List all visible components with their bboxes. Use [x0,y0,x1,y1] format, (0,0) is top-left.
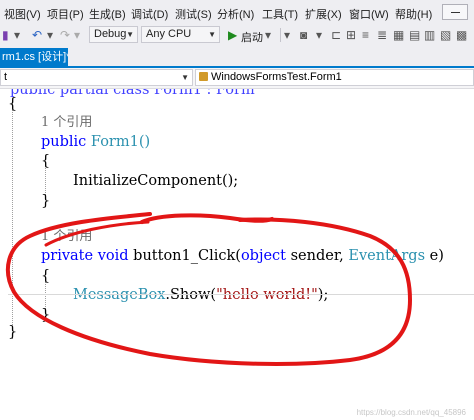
menu-test[interactable]: 测试(S) [175,6,212,22]
align-icon[interactable]: ⊏ [331,27,341,43]
redo-icon[interactable]: ↷ [60,27,70,43]
dropdown-arrow-icon[interactable]: ▾ [265,27,271,43]
menu-bar: 视图(V) 项目(P) 生成(B) 调试(D) 测试(S) 分析(N) 工具(T… [0,0,474,25]
brace-method-close: } [41,307,51,323]
dropdown-arrow-icon[interactable]: ▾ [74,27,80,43]
menu-help[interactable]: 帮助(H) [395,6,432,22]
reference-count[interactable]: 1 个引用 [41,113,92,133]
brace-method-open: { [41,268,51,284]
dropdown-arrow-icon[interactable]: ▾ [14,27,20,43]
type-dropdown[interactable]: WindowsFormsTest.Form1 [195,69,474,86]
brace-open: { [8,96,18,112]
menu-project[interactable]: 项目(P) [47,6,84,22]
chevron-down-icon: ▼ [181,73,189,82]
dropdown-arrow-icon[interactable]: ▾ [47,27,53,43]
menu-analyze[interactable]: 分析(N) [217,6,254,22]
code-line-method-signature: private void button1_Click(object sender… [41,248,444,264]
outdent-icon[interactable]: ≣ [377,27,387,43]
chevron-down-icon: ▼ [208,30,216,39]
minimize-button[interactable] [442,4,468,20]
chevron-down-icon: ▼ [126,30,134,39]
debug-icon[interactable]: ▮ [2,27,9,43]
grid-icon[interactable]: ▤ [409,27,420,43]
code-line-class-decl: public partial class Form1 : Form [10,89,255,98]
reference-count[interactable]: 1 个引用 [41,227,92,247]
brace-ctor-open: { [41,153,51,169]
code-editor[interactable]: public partial class Form1 : Form { 1 个引… [0,89,474,420]
toolbar: ▮ ▾ ↶ ▾ ↷ ▾ Debug ▼ Any CPU ▼ ▶ 启动 ▾ ▾ ◙… [0,24,474,46]
project-value: t [4,71,8,83]
configuration-value: Debug [94,28,127,40]
tab-form1-design[interactable]: rm1.cs [设计]* [0,48,68,66]
navigation-bar: t ▼ WindowsFormsTest.Form1 [0,68,474,89]
watermark: https://blog.csdn.net/qq_45896 [356,408,466,417]
size-icon[interactable]: ▥ [424,27,435,43]
undo-icon[interactable]: ↶ [32,27,42,43]
code-line-constructor: public Form1() [41,134,151,150]
dropdown-arrow-icon[interactable]: ▾ [316,27,322,43]
layout-icon[interactable]: ▦ [393,27,404,43]
format-icon[interactable]: ⊞ [346,27,356,43]
menu-window[interactable]: 窗口(W) [349,6,389,22]
menu-tools[interactable]: 工具(T) [262,6,298,22]
indent-icon[interactable]: ≡ [362,27,369,43]
document-tab-bar: rm1.cs [设计]* [0,46,474,68]
configuration-dropdown[interactable]: Debug ▼ [89,26,138,43]
class-icon [199,72,208,81]
start-button[interactable]: 启动 [241,29,263,45]
spacing-icon[interactable]: ▧ [440,27,451,43]
code-line-initialize: InitializeComponent(); [73,173,239,189]
start-icon[interactable]: ▶ [228,27,237,43]
toolbar-separator [280,28,281,42]
current-line-highlight [8,294,474,296]
brace-ctor-close: } [41,193,51,209]
platform-dropdown[interactable]: Any CPU ▼ [141,26,220,43]
menu-build[interactable]: 生成(B) [89,6,126,22]
dropdown-arrow-icon[interactable]: ▾ [284,27,290,43]
menu-extensions[interactable]: 扩展(X) [305,6,342,22]
platform-value: Any CPU [146,28,192,40]
type-value: WindowsFormsTest.Form1 [211,71,342,83]
project-dropdown[interactable]: t ▼ [0,69,193,86]
menu-view[interactable]: 视图(V) [4,6,41,22]
brace-close: } [8,324,18,340]
indent-guide [12,103,13,339]
order-icon[interactable]: ▩ [456,27,467,43]
menu-debug[interactable]: 调试(D) [131,6,168,22]
screenshot-icon[interactable]: ◙ [300,27,307,43]
